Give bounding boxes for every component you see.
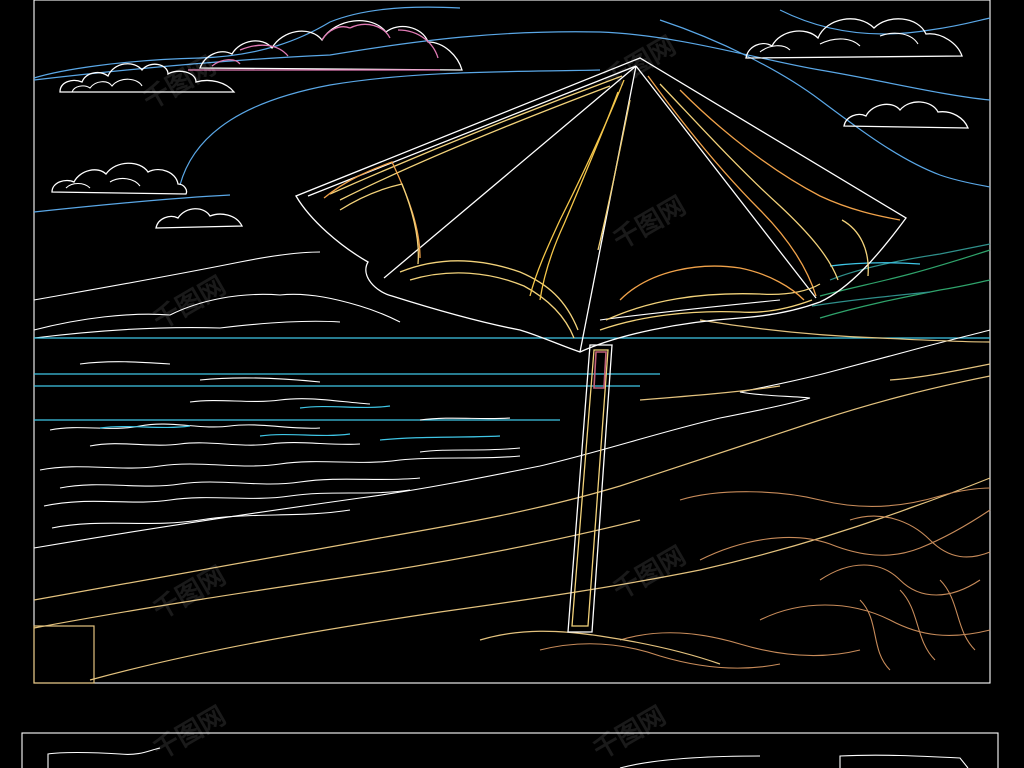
wave-row-8: [419, 417, 521, 453]
fabric-11: [679, 89, 901, 221]
sand-line-5: [889, 363, 991, 381]
beach-line-drawing: 千图网 千图网 千图网 千图网 千图网 千图网 千图网 千图网: [21, 0, 999, 768]
cloud-5-inner: [759, 32, 919, 53]
cloud-4: [155, 208, 244, 229]
wave-row-4: [39, 455, 521, 471]
cloud-5: [745, 18, 963, 59]
second-panel-line-2: [619, 754, 969, 768]
watermark-text: 千图网: [149, 561, 232, 626]
watermark-text: 千图网: [149, 271, 232, 336]
umbrella-base-sand: [479, 630, 721, 665]
watermark-text: 千图网: [599, 31, 682, 96]
cloud-6: [843, 101, 969, 129]
umbrella-canopy: [295, 57, 907, 353]
sea-lines: [34, 337, 990, 529]
mountain-left-base: [33, 320, 341, 339]
fabric-8: [539, 91, 619, 301]
rib-right: [635, 65, 817, 299]
cloud-3-inner: [65, 177, 141, 189]
sky-curve-right-top: [779, 9, 991, 35]
wave-cyan-3: [299, 405, 391, 409]
sand-line-1: [33, 375, 991, 601]
clouds: [51, 18, 969, 229]
watermark-text: 千图网: [609, 191, 692, 256]
fabric-10: [659, 83, 839, 281]
wave-small-1: [79, 361, 321, 383]
watermark-text: 千图网: [589, 701, 672, 766]
fabric-1: [329, 75, 623, 195]
sky-curve-right: [659, 19, 991, 188]
veg-line-2: [819, 249, 991, 297]
wave-row-7: [51, 509, 351, 529]
fabric-5: [399, 260, 579, 331]
wave-row-6: [43, 489, 411, 507]
second-panel-line-1: [47, 747, 161, 768]
wave-row-1: [189, 398, 371, 405]
wave-row-3: [89, 442, 361, 447]
drawing-canvas: 千图网 千图网 千图网 千图网 千图网 千图网 千图网 千图网: [0, 0, 1024, 768]
wave-row-5: [59, 477, 421, 489]
sand-texture-1: [679, 487, 991, 507]
outer-frame: [33, 0, 991, 684]
fabric-6: [409, 272, 575, 339]
watermark-text: 千图网: [149, 701, 232, 766]
wave-cyan-1: [99, 425, 351, 437]
rib-left: [383, 65, 637, 279]
shoreline-main: [33, 329, 991, 549]
wave-cyan-2: [379, 435, 501, 441]
veg-line-5: [829, 262, 921, 267]
sand-corner-box: [33, 625, 95, 684]
pole-collar: [593, 351, 607, 389]
umbrella-pole: [567, 344, 613, 633]
sand-line-2: [33, 519, 641, 629]
sand-texture-6: [619, 632, 861, 657]
sand-texture-5: [859, 579, 976, 671]
fabric-2: [339, 85, 611, 201]
watermark-text: 千图网: [609, 541, 692, 606]
sand-line-4: [699, 319, 991, 343]
fabric-14: [605, 283, 821, 321]
canopy-outline: [295, 57, 907, 353]
fabric-9: [647, 75, 817, 297]
fabric-13: [599, 299, 813, 331]
